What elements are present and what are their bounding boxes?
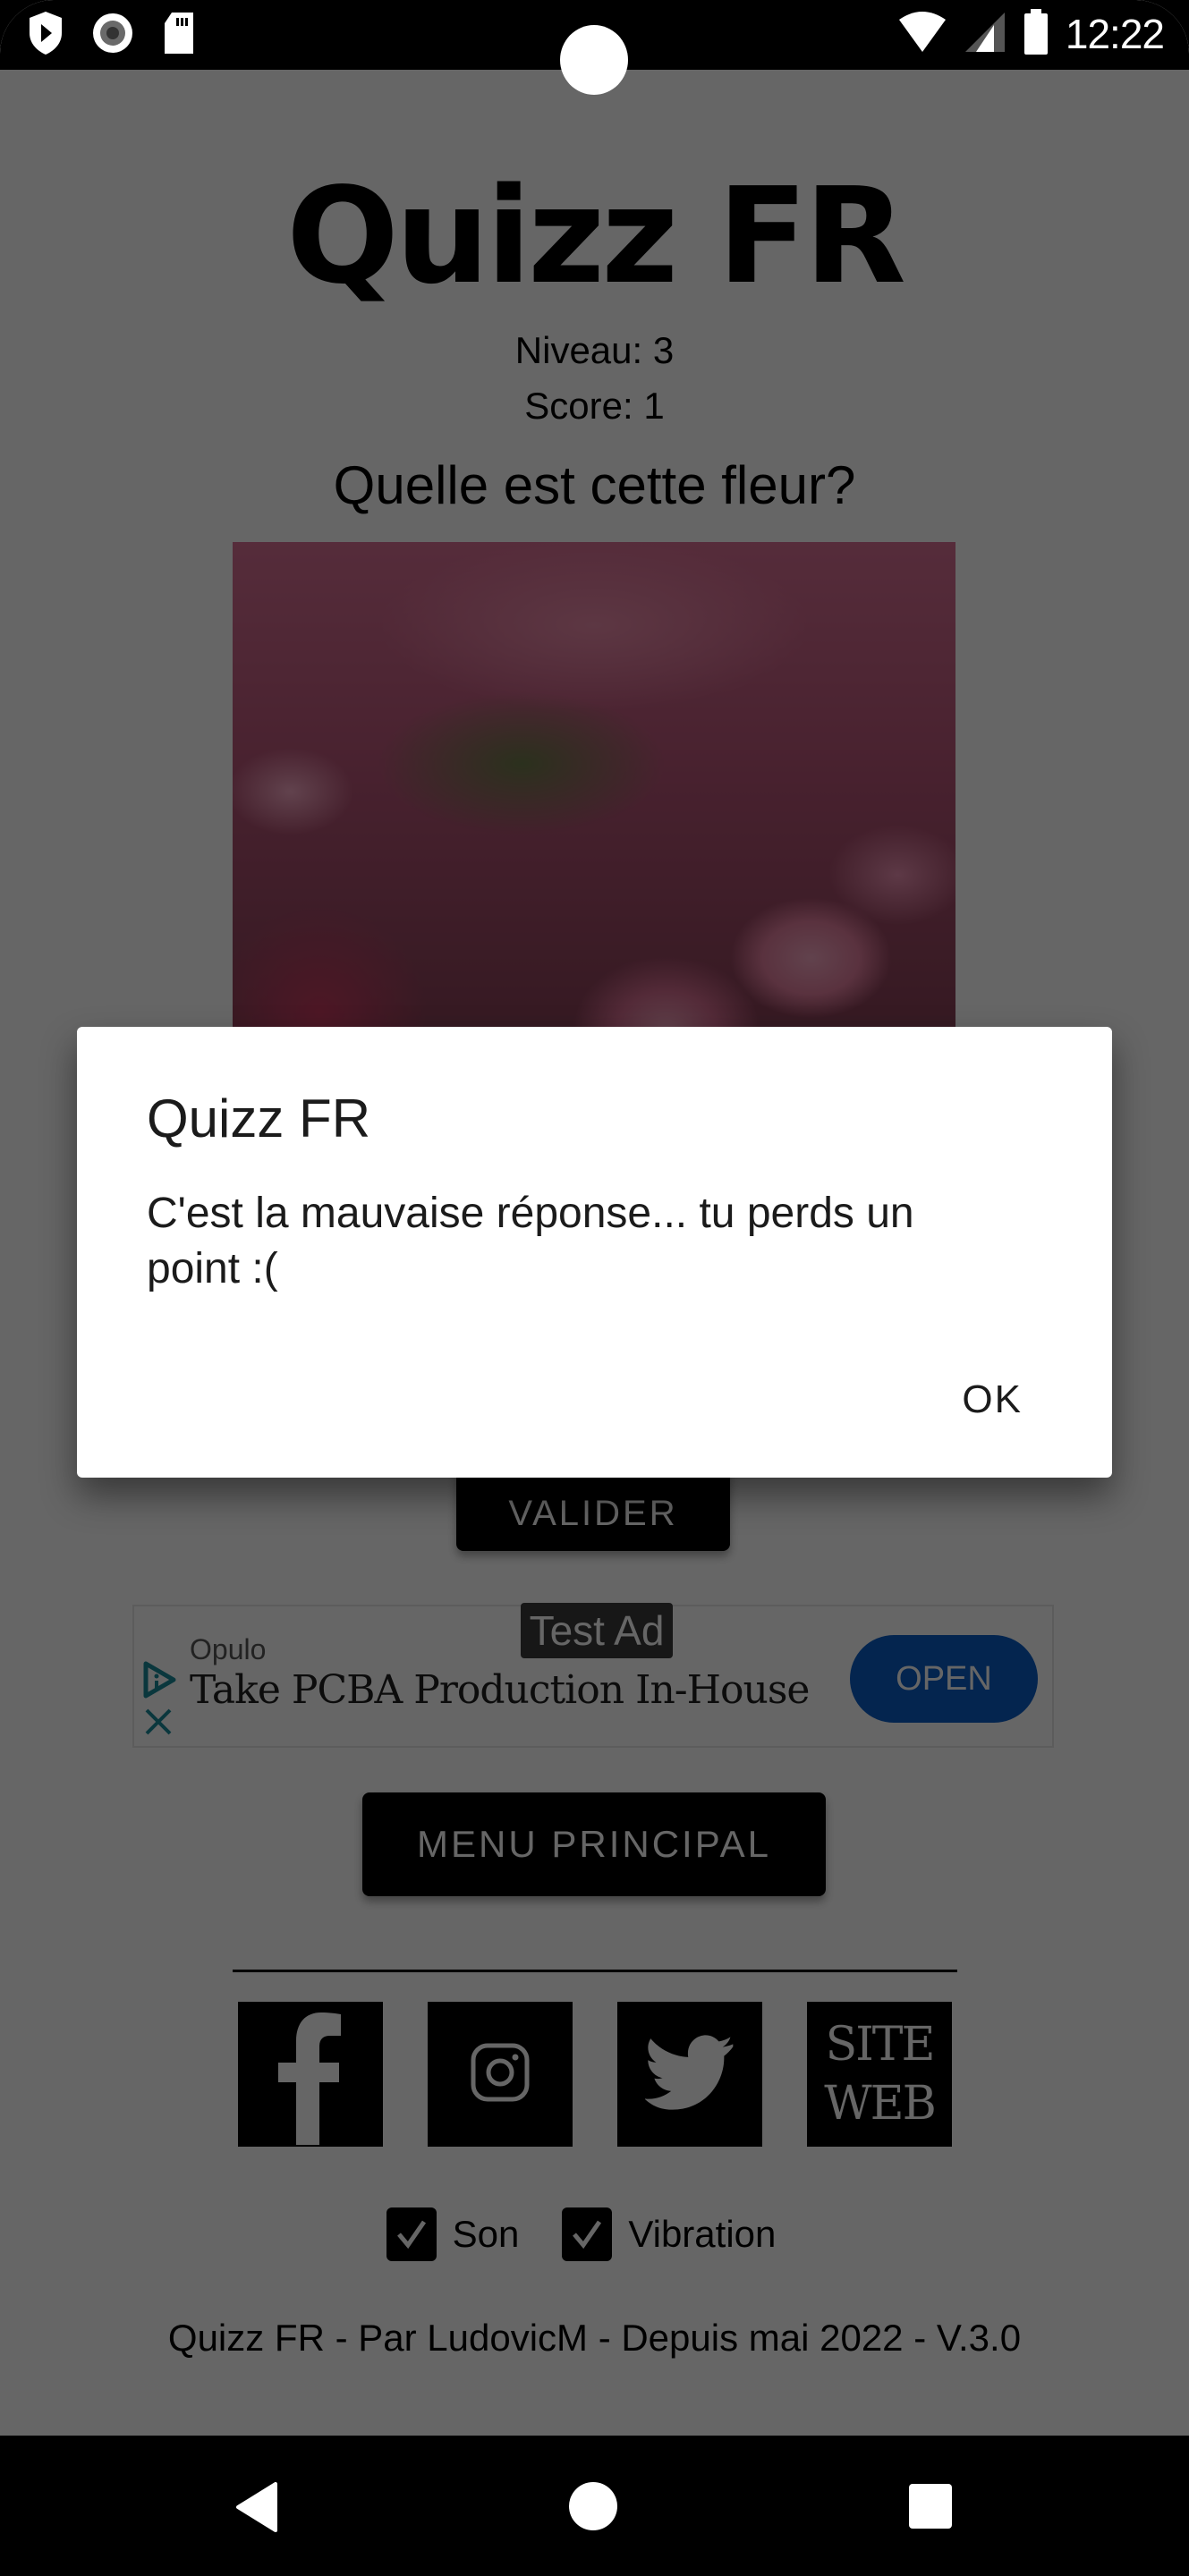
back-icon [236, 2482, 277, 2532]
status-right-icons: 12:22 [897, 7, 1165, 61]
alert-dialog: Quizz FR C'est la mauvaise réponse... tu… [77, 1027, 1112, 1478]
navigation-bar [0, 2436, 1189, 2576]
dialog-ok-button[interactable]: OK [953, 1372, 1032, 1428]
signal-icon [964, 11, 1006, 58]
record-icon [91, 12, 134, 59]
recents-button[interactable] [909, 2484, 952, 2529]
phone-screen: 12:22 Quizz FR Niveau: 3 Score: 1 Quelle… [0, 0, 1189, 2576]
back-button[interactable] [234, 2482, 279, 2537]
clock: 12:22 [1065, 11, 1165, 57]
home-button[interactable] [569, 2482, 617, 2530]
sd-card-icon [161, 11, 197, 60]
play-protect-icon [27, 10, 64, 61]
camera-cutout [560, 25, 628, 95]
dialog-title: Quizz FR [147, 1089, 371, 1148]
status-left-icons [27, 11, 197, 59]
dialog-message: C'est la mauvaise réponse... tu perds un… [147, 1190, 914, 1292]
battery-icon [1023, 8, 1049, 60]
wifi-icon [897, 11, 947, 58]
